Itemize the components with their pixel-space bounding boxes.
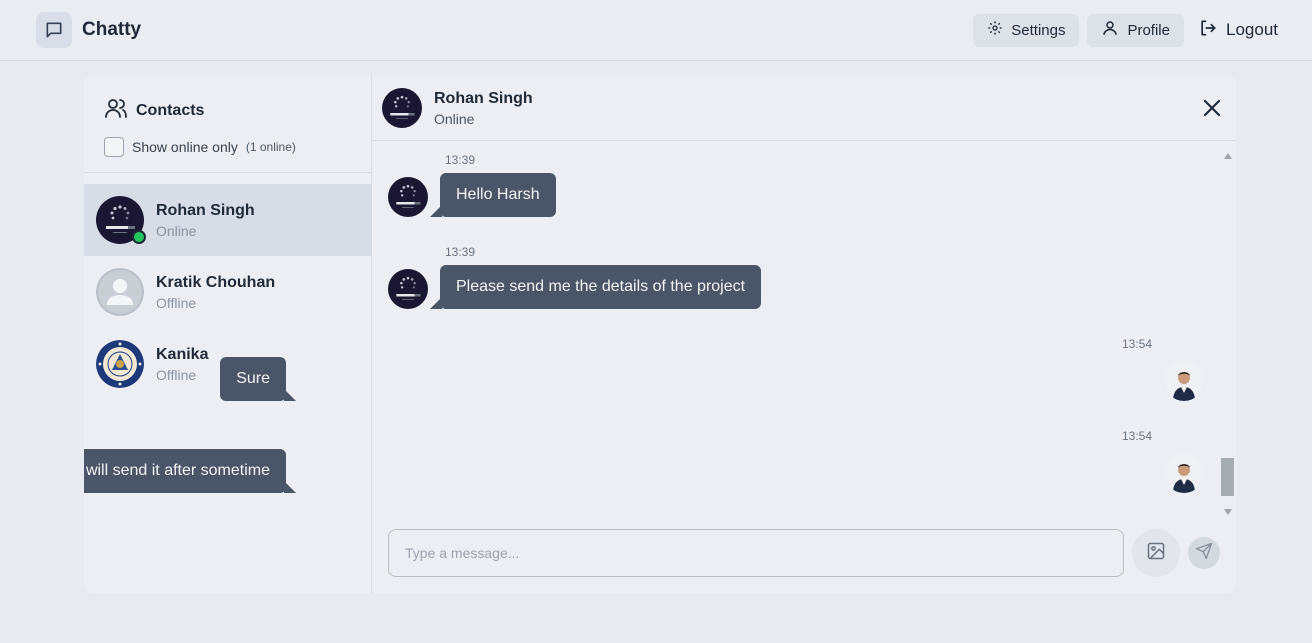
sidebar-header: Contacts Show online only (1 online) [84, 76, 371, 173]
top-navbar: Chatty Settings Profile Logout [0, 0, 1312, 61]
user-avatar [1164, 453, 1204, 493]
contacts-label: Contacts [136, 101, 205, 119]
scroll-up-icon[interactable] [1224, 146, 1232, 164]
message-input[interactable] [388, 529, 1124, 577]
contact-item-rohan-singh[interactable]: Rohan Singh Online [84, 184, 371, 256]
contact-name: Kratik Chouhan [156, 273, 276, 291]
contact-name: Rohan Singh [156, 201, 255, 219]
message-list: 13:39 Hello Harsh 13:39 Please send me t… [84, 141, 1236, 515]
contact-name: Kanika [156, 345, 209, 363]
chat-container: Contacts Show online only (1 online) Roh… [84, 76, 1236, 593]
avatar [96, 340, 144, 388]
close-icon[interactable] [1202, 98, 1222, 123]
contact-status: Online [156, 222, 197, 239]
contacts-title: Contacts [104, 96, 371, 125]
online-filter[interactable]: Show online only (1 online) [104, 137, 371, 157]
online-indicator [132, 230, 146, 244]
gear-icon [987, 20, 1003, 40]
users-icon [104, 96, 128, 125]
user-avatar [1164, 361, 1204, 401]
send-icon [1195, 542, 1213, 565]
message-bubble: Sure [220, 357, 296, 401]
message-bubble: I will send it after sometime [84, 449, 296, 493]
sender-avatar [388, 269, 428, 309]
sender-avatar [388, 177, 428, 217]
scroll-thumb[interactable] [1221, 458, 1234, 496]
message-time: 13:39 [445, 153, 476, 167]
app-name: Chatty [82, 19, 142, 40]
logout-button[interactable]: Logout [1192, 14, 1284, 47]
chat-contact-status: Online [434, 110, 475, 127]
image-icon [1146, 541, 1166, 566]
contacts-sidebar: Contacts Show online only (1 online) Roh… [84, 76, 372, 593]
message-composer [388, 529, 1220, 577]
online-only-label[interactable]: Show online only [132, 139, 238, 155]
attach-image-button[interactable] [1132, 529, 1180, 577]
profile-button[interactable]: Profile [1087, 13, 1184, 47]
message-bubble: Please send me the details of the projec… [429, 265, 762, 309]
contact-status: Offline [156, 294, 197, 311]
contact-item-kratik-chouhan[interactable]: Kratik Chouhan Offline [84, 256, 371, 328]
user-icon [1101, 19, 1119, 41]
message-time: 13:54 [1122, 337, 1153, 351]
message-time: 13:54 [1122, 429, 1153, 443]
chat-avatar [382, 88, 422, 128]
brand[interactable]: Chatty [36, 12, 141, 48]
chat-header: Rohan Singh Online [372, 76, 1236, 141]
logout-label: Logout [1226, 20, 1278, 39]
contact-status: Offline [156, 366, 197, 383]
chat-area: Rohan Singh Online 13:39 Hello Harsh 13:… [84, 76, 1236, 593]
logout-icon [1198, 18, 1218, 43]
message-time: 13:39 [445, 245, 476, 259]
send-button[interactable] [1188, 537, 1220, 569]
avatar [96, 268, 144, 316]
nav-actions: Settings Profile Logout [973, 13, 1284, 47]
message-bubble: Hello Harsh [430, 173, 556, 217]
chat-bubble-icon [36, 12, 72, 48]
message-scrollbar[interactable] [1220, 141, 1236, 515]
online-count: (1 online) [245, 140, 296, 154]
settings-button[interactable]: Settings [973, 13, 1080, 47]
scroll-down-icon[interactable] [1224, 502, 1232, 520]
profile-label: Profile [1127, 21, 1170, 39]
online-only-checkbox[interactable] [104, 137, 124, 157]
settings-label: Settings [1011, 21, 1066, 39]
chat-contact-name: Rohan Singh [434, 89, 533, 107]
